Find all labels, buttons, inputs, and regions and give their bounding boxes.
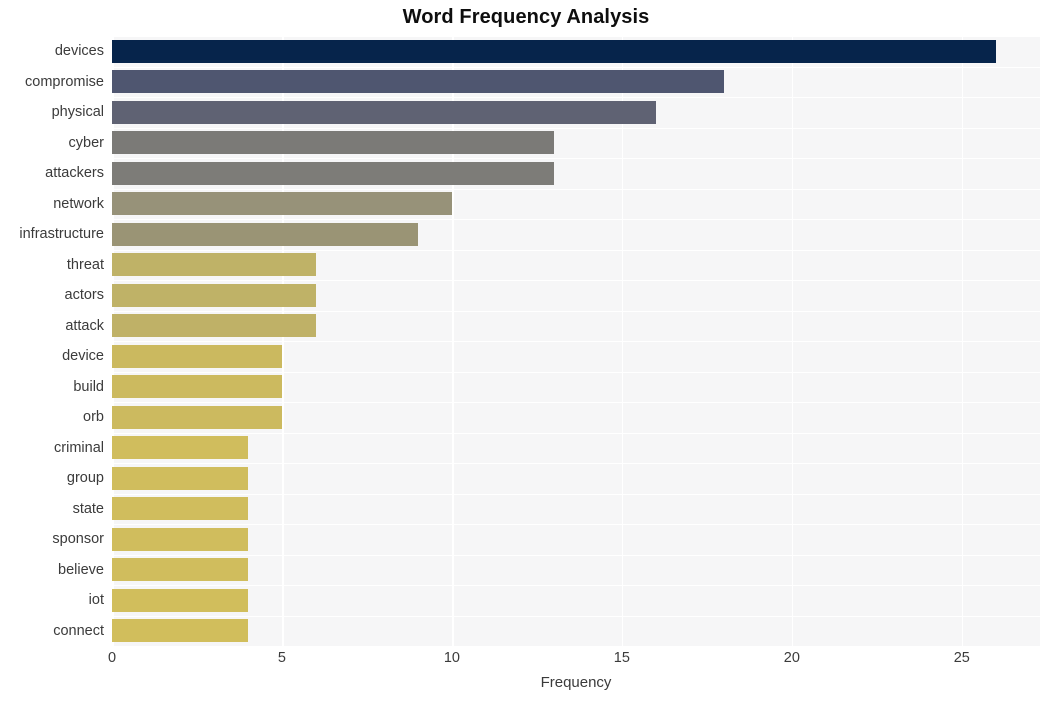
bar <box>112 466 248 490</box>
y-axis-tick-labels: devices compromise physical cyber attackers n… <box>0 36 104 646</box>
y-axis-tick-label: compromise <box>25 73 104 90</box>
bar <box>112 527 248 551</box>
y-axis-tick-label: sponsor <box>52 531 104 548</box>
bar <box>112 344 282 368</box>
bar <box>112 222 418 246</box>
bar <box>112 70 724 94</box>
x-axis-tick-label: 25 <box>953 650 970 666</box>
bar <box>112 375 282 399</box>
chart-figure: Word Frequency Analysis devices compromis… <box>0 0 1052 701</box>
bar <box>112 558 248 582</box>
y-axis-tick-label: physical <box>51 104 104 121</box>
bar <box>112 436 248 460</box>
bar <box>112 497 248 521</box>
y-axis-tick-label: build <box>73 378 104 395</box>
horizontal-gridline <box>112 646 1040 648</box>
bars-layer <box>112 36 1040 646</box>
bar <box>112 405 282 429</box>
bar <box>112 100 656 124</box>
y-axis-tick-label: infrastructure <box>19 226 104 243</box>
bar <box>112 283 316 307</box>
x-axis-tick-label: 5 <box>277 650 286 666</box>
y-axis-tick-label: group <box>66 470 104 487</box>
y-axis-tick-label: devices <box>54 43 104 60</box>
y-axis-tick-label: device <box>62 348 104 365</box>
bar <box>112 314 316 338</box>
bar <box>112 39 996 63</box>
y-axis-tick-label: cyber <box>68 134 104 151</box>
x-axis-tick-label: 15 <box>613 650 630 666</box>
y-axis-tick-label: criminal <box>54 439 104 456</box>
y-axis-tick-label: actors <box>64 287 105 304</box>
page-title: Word Frequency Analysis <box>402 6 650 28</box>
x-axis-tick-label: 0 <box>107 650 117 666</box>
y-axis-tick-label: believe <box>58 561 104 578</box>
bar <box>112 192 452 216</box>
x-axis-tick-labels: 0 5 10 15 20 25 <box>108 650 1040 672</box>
bar <box>112 588 248 612</box>
y-axis-tick-label: iot <box>88 592 104 609</box>
y-axis-tick-label: state <box>72 500 104 517</box>
x-axis-tick-label: 20 <box>783 650 800 666</box>
y-axis-tick-label: attack <box>65 317 104 334</box>
bar <box>112 619 248 643</box>
y-axis-tick-label: connect <box>53 622 104 639</box>
y-axis-tick-label: threat <box>66 256 104 273</box>
plot-area <box>112 36 1040 648</box>
y-axis-tick-label: orb <box>83 409 104 426</box>
bar <box>112 161 554 185</box>
x-axis-tick-label: 10 <box>443 650 460 666</box>
y-axis-tick-label: attackers <box>45 165 104 182</box>
y-axis-tick-label: network <box>53 195 104 212</box>
x-axis-title: Frequency <box>540 674 612 691</box>
bar <box>112 253 316 277</box>
bar <box>112 131 554 155</box>
